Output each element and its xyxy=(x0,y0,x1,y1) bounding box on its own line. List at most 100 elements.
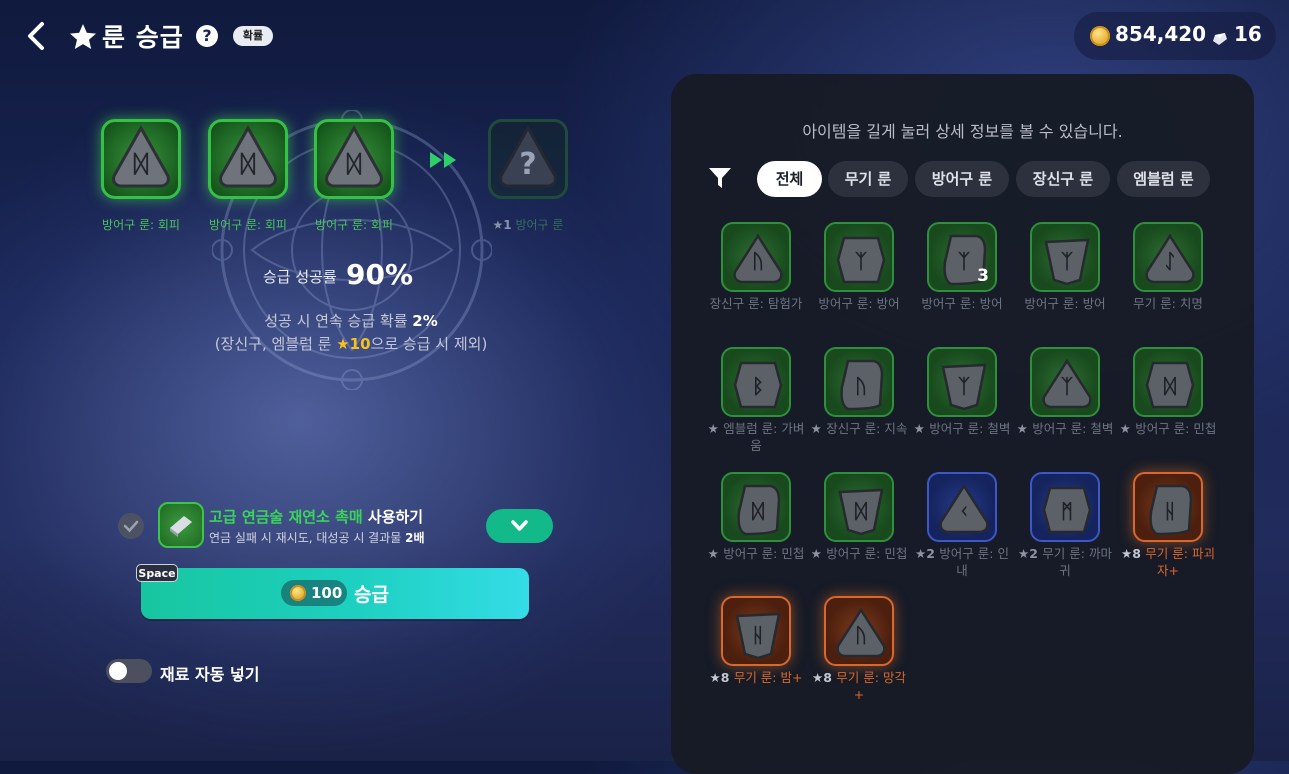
inventory-item[interactable]: ᛉ xyxy=(824,222,894,292)
inventory-item-label: ★8 무기 룬: 밤+ xyxy=(706,669,806,686)
rune-stone-icon: ᛗ xyxy=(1042,486,1092,534)
back-button[interactable] xyxy=(22,18,52,54)
material-slot-1[interactable]: ᛞ xyxy=(101,119,181,199)
inventory-item-label: ★ 방어구 룬: 철벽 xyxy=(912,420,1012,437)
toggle-knob xyxy=(109,662,127,680)
catalyst-dropdown-button[interactable] xyxy=(486,509,553,543)
material-slot-2[interactable]: ᛞ xyxy=(208,119,288,199)
item-name: 무기 룬: 까마귀 xyxy=(1042,546,1112,578)
item-name: 무기 룬: 밤+ xyxy=(733,670,803,685)
success-rate-label: 승급 성공률 xyxy=(263,268,337,286)
continuous-upgrade-text: 성공 시 연속 승급 확률 2% xyxy=(264,312,438,330)
catalyst-checkbox[interactable] xyxy=(118,513,144,539)
filter-chip-weapon[interactable]: 무기 룬 xyxy=(828,161,908,197)
rune-stone-icon: ᛇ xyxy=(1145,233,1195,284)
upgrade-cost: 100 xyxy=(311,584,343,602)
svg-text:ᛞ: ᛞ xyxy=(855,499,867,523)
rune-stone-icon: ᚢ xyxy=(836,607,886,658)
inventory-item-label: ★ 엠블럼 룬: 가벼움 xyxy=(706,420,806,454)
filter-icon[interactable] xyxy=(707,165,733,191)
item-star: ★8 xyxy=(709,670,734,685)
inventory-item[interactable]: ᚺ xyxy=(721,596,791,666)
inventory-item[interactable]: ᛗ xyxy=(1030,472,1100,542)
svg-text:ᛇ: ᛇ xyxy=(1164,249,1176,273)
gem-amount: 16 xyxy=(1234,22,1262,46)
continuous-upgrade-note: (장신구, 엠블럼 룬 ★10으로 승급 시 제외) xyxy=(214,335,488,353)
item-name: 방어구 룬: 철벽 xyxy=(929,421,1011,436)
rune-stone-icon: ᛞ xyxy=(325,124,383,188)
rune-stone-icon: ᚢ xyxy=(733,233,783,284)
inventory-item[interactable]: ᚲ xyxy=(927,472,997,542)
inventory-item[interactable]: ᛞ xyxy=(721,472,791,542)
inventory-item[interactable]: ᚢ xyxy=(721,222,791,292)
inventory-item[interactable]: ᚺ xyxy=(1133,472,1203,542)
star-icon xyxy=(68,22,98,52)
item-name: 무기 룬: 파괴자+ xyxy=(1145,546,1215,578)
inventory-item[interactable]: ᛞ xyxy=(824,472,894,542)
item-name: 방어구 룬: 민첩 xyxy=(723,546,805,561)
gold-coin-icon xyxy=(290,585,306,601)
item-star: ★ xyxy=(707,546,724,561)
svg-text:ᚲ: ᚲ xyxy=(958,499,970,523)
item-count: 3 xyxy=(977,266,989,286)
rune-stone-icon: ᛞ xyxy=(737,484,781,536)
help-icon[interactable]: ? xyxy=(196,25,218,47)
gem-icon xyxy=(1213,30,1227,49)
catalyst-title: 고급 연금술 재연소 촉매 사용하기 xyxy=(209,508,424,526)
item-star: ★8 xyxy=(812,670,837,685)
svg-text:ᛞ: ᛞ xyxy=(1164,374,1176,398)
item-name: 방어구 룬: 방어 xyxy=(921,296,1003,311)
rune-stone-icon: ᚲ xyxy=(939,483,989,534)
inventory-item[interactable]: ᛇ xyxy=(1133,222,1203,292)
inventory-item[interactable]: ᛉ xyxy=(927,347,997,417)
inventory-item-label: ★ 방어구 룬: 민첩 xyxy=(706,545,806,562)
inventory-item[interactable]: ᛉ xyxy=(1030,347,1100,417)
filter-chip-emblem[interactable]: 엠블럼 룬 xyxy=(1117,161,1210,197)
item-name: 장신구 룬: 탐험가 xyxy=(709,296,803,311)
inventory-item-label: ★2 무기 룬: 까마귀 xyxy=(1015,545,1115,579)
material-slot-2-label: 방어구 룬: 회피 xyxy=(209,218,287,232)
item-star: ★8 xyxy=(1121,546,1146,561)
inventory-item-label: 장신구 룬: 탐험가 xyxy=(706,295,806,312)
probability-button[interactable]: 확률 xyxy=(233,26,273,46)
svg-text:ᛉ: ᛉ xyxy=(1061,374,1073,398)
svg-text:ᛉ: ᛉ xyxy=(958,374,970,398)
catalyst-icon xyxy=(158,502,204,548)
rune-stone-icon: ᛞ xyxy=(219,124,277,188)
svg-text:ᛉ: ᛉ xyxy=(1061,249,1073,273)
material-slot-3[interactable]: ᛞ xyxy=(314,119,394,199)
inventory-item[interactable]: ᛉ3 xyxy=(927,222,997,292)
inventory-item[interactable]: ᛉ xyxy=(1030,222,1100,292)
filter-chip-all[interactable]: 전체 xyxy=(757,161,822,197)
material-slot-3-label: 방어구 룬: 회피 xyxy=(315,218,393,232)
filter-chip-accessory[interactable]: 장신구 룬 xyxy=(1016,161,1110,197)
rune-stone-icon: ᛒ xyxy=(733,361,783,409)
svg-text:ᛞ: ᛞ xyxy=(134,150,149,178)
item-name: 무기 룬: 치명 xyxy=(1133,296,1203,311)
inventory-item[interactable]: ᛞ xyxy=(1133,347,1203,417)
item-star: ★ xyxy=(707,421,724,436)
inventory-item-label: 무기 룬: 치명 xyxy=(1118,295,1218,312)
svg-text:ᛉ: ᛉ xyxy=(855,249,867,273)
item-name: 방어구 룬: 철벽 xyxy=(1032,421,1114,436)
filter-chip-armor[interactable]: 방어구 룬 xyxy=(915,161,1009,197)
item-star: ★ xyxy=(1016,421,1033,436)
svg-text:ᛞ: ᛞ xyxy=(347,150,362,178)
inventory-item-label: ★8 무기 룬: 파괴자+ xyxy=(1118,545,1218,579)
inventory-item-label: ★ 방어구 룬: 민첩 xyxy=(1118,420,1218,437)
svg-text:ᚢ: ᚢ xyxy=(752,249,764,273)
inventory-item-label: ★2 방어구 룬: 인내 xyxy=(912,545,1012,579)
inventory-item[interactable]: ᚢ xyxy=(824,347,894,417)
inventory-item-label: 방어구 룬: 방어 xyxy=(1015,295,1115,312)
auto-fill-toggle[interactable] xyxy=(106,659,152,683)
item-star: ★ xyxy=(810,421,827,436)
auto-fill-label: 재료 자동 넣기 xyxy=(160,665,260,684)
inventory-item[interactable]: ᚢ xyxy=(824,596,894,666)
item-name: 엠블럼 룬: 가벼움 xyxy=(723,421,805,453)
svg-text:ᚢ: ᚢ xyxy=(855,374,867,398)
rune-stone-icon: ᚺ xyxy=(1149,484,1193,536)
inventory-item[interactable]: ᛒ xyxy=(721,347,791,417)
svg-text:ᛞ: ᛞ xyxy=(241,150,256,178)
inventory-item-label: ★8 무기 룬: 망각+ xyxy=(809,669,909,703)
inventory-item-label: 방어구 룬: 방어 xyxy=(809,295,909,312)
